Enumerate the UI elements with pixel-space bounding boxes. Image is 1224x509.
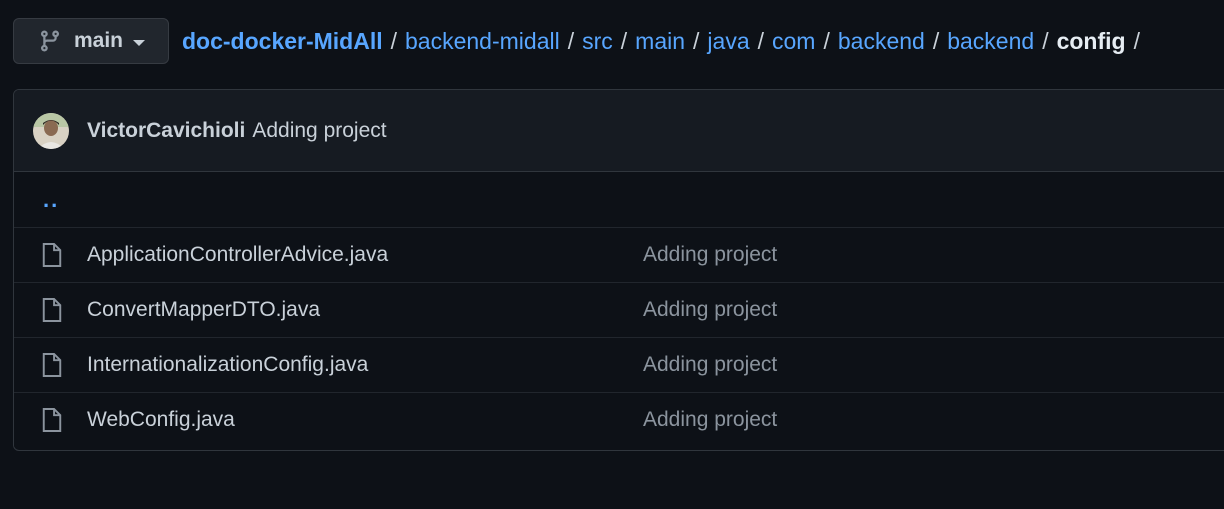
breadcrumb-link[interactable]: com <box>772 28 815 55</box>
file-icon <box>41 352 63 378</box>
branch-select-button[interactable]: main <box>13 18 169 64</box>
breadcrumb-link[interactable]: backend-midall <box>405 28 560 55</box>
commit-author-link[interactable]: VictorCavichioli <box>87 119 245 143</box>
breadcrumb-separator: / <box>620 27 628 54</box>
file-icon <box>41 297 63 323</box>
table-row[interactable]: WebConfig.java Adding project <box>14 392 1224 447</box>
chevron-down-icon <box>133 39 146 46</box>
branch-label: main <box>74 29 124 52</box>
parent-directory-row[interactable]: .. <box>14 172 1224 227</box>
breadcrumb-link[interactable]: java <box>707 28 749 55</box>
file-name-link[interactable]: ApplicationControllerAdvice.java <box>87 243 388 267</box>
breadcrumb-separator: / <box>1133 27 1140 54</box>
breadcrumb-link[interactable]: src <box>582 28 613 55</box>
file-commit-link[interactable]: Adding project <box>643 243 777 267</box>
breadcrumb-link[interactable]: backend <box>838 28 925 55</box>
file-name-link[interactable]: InternationalizationConfig.java <box>87 353 368 377</box>
breadcrumb-repo-link[interactable]: doc-docker-MidAll <box>182 28 383 55</box>
breadcrumb: doc-docker-MidAll / backend-midall / src… <box>182 28 1148 55</box>
breadcrumb-separator: / <box>693 27 700 54</box>
repo-header: main doc-docker-MidAll / backend-midall … <box>13 17 1148 65</box>
git-branch-icon <box>38 29 62 53</box>
file-commit-link[interactable]: Adding project <box>643 353 777 377</box>
breadcrumb-separator: / <box>932 27 940 54</box>
file-commit-link[interactable]: Adding project <box>643 408 777 432</box>
file-icon <box>41 407 63 433</box>
file-name-link[interactable]: WebConfig.java <box>87 408 235 432</box>
table-row[interactable]: ApplicationControllerAdvice.java Adding … <box>14 227 1224 282</box>
latest-commit-bar: VictorCavichioli Adding project <box>14 90 1224 172</box>
breadcrumb-separator: / <box>390 27 398 54</box>
breadcrumb-current: config <box>1056 27 1126 54</box>
table-row[interactable]: ConvertMapperDTO.java Adding project <box>14 282 1224 337</box>
file-list: VictorCavichioli Adding project .. Appli… <box>13 89 1224 451</box>
breadcrumb-link[interactable]: main <box>635 28 685 55</box>
breadcrumb-separator: / <box>1042 27 1049 54</box>
file-name-link[interactable]: ConvertMapperDTO.java <box>87 298 320 322</box>
file-commit-link[interactable]: Adding project <box>643 298 777 322</box>
breadcrumb-separator: / <box>823 27 830 54</box>
breadcrumb-separator: / <box>757 27 765 54</box>
commit-message-link[interactable]: Adding project <box>252 119 386 143</box>
table-row[interactable]: InternationalizationConfig.java Adding p… <box>14 337 1224 392</box>
file-icon <box>41 242 63 268</box>
avatar[interactable] <box>33 112 69 149</box>
breadcrumb-link[interactable]: backend <box>947 28 1034 55</box>
parent-directory-link[interactable]: .. <box>43 187 59 213</box>
breadcrumb-separator: / <box>567 27 575 54</box>
